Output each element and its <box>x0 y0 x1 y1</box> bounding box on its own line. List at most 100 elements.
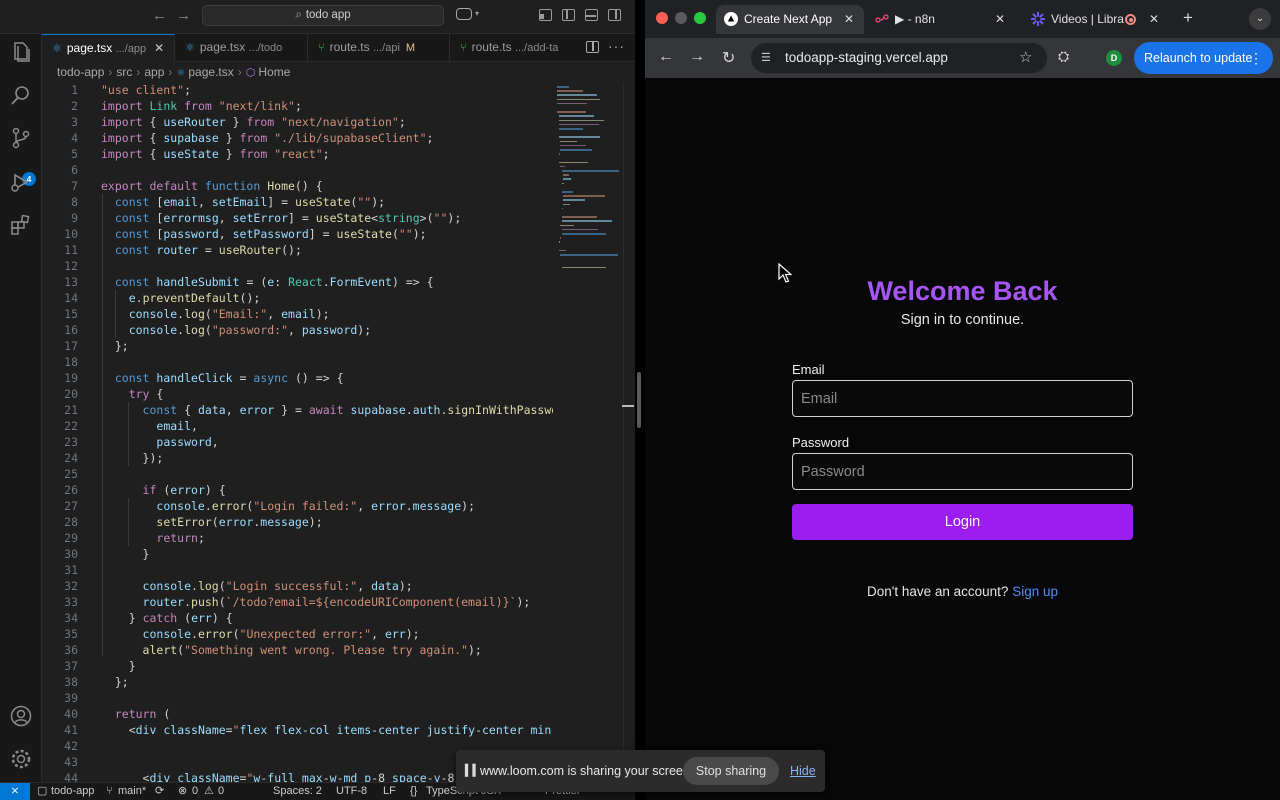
close-icon[interactable]: ✕ <box>154 41 164 55</box>
code-line[interactable]: 21 const { data, error } = await supabas… <box>42 402 553 418</box>
command-center-search[interactable]: ⌕ todo app <box>202 5 444 26</box>
code-line[interactable]: 31 <box>42 562 553 578</box>
status-warnings[interactable]: 0 <box>218 783 224 800</box>
more-actions-icon[interactable]: ··· <box>608 38 625 54</box>
email-field[interactable] <box>792 380 1133 417</box>
code-line[interactable]: 1 "use client"; <box>42 82 553 98</box>
close-icon[interactable]: ✕ <box>995 5 1005 33</box>
status-errors[interactable]: 0 <box>192 783 198 800</box>
stop-sharing-button[interactable]: Stop sharing <box>683 757 779 785</box>
site-info-icon[interactable]: ☰ <box>761 51 775 65</box>
code-line[interactable]: 4 import { supabase } from "./lib/supabas… <box>42 130 553 146</box>
toggle-panel-icon[interactable] <box>585 9 598 21</box>
toggle-secondary-sidebar-icon[interactable] <box>608 9 621 21</box>
bookmark-star-icon[interactable]: ☆ <box>1019 48 1032 66</box>
split-divider-handle[interactable] <box>637 372 641 428</box>
status-spaces[interactable]: Spaces: 2 <box>273 783 322 800</box>
explorer-icon[interactable] <box>9 40 33 64</box>
new-tab-plus-icon[interactable]: + <box>1183 8 1193 28</box>
breadcrumb-item[interactable]: Home <box>258 65 290 79</box>
code-line[interactable]: 15 console.log("Email:", email); <box>42 306 553 322</box>
close-icon[interactable]: ✕ <box>844 5 854 33</box>
code-line[interactable]: 19 const handleClick = async () => { <box>42 370 553 386</box>
back-arrow-icon[interactable]: ← <box>152 7 167 24</box>
code-line[interactable]: 10 const [password, setPassword] = useSt… <box>42 226 553 242</box>
toggle-sidebar-icon[interactable] <box>562 9 575 21</box>
code-line[interactable]: 29 return; <box>42 530 553 546</box>
code-line[interactable]: 5 import { useState } from "react"; <box>42 146 553 162</box>
code-line[interactable]: 32 console.log("Login successful:", data… <box>42 578 553 594</box>
tab-page-tsx-app[interactable]: ⚛ page.tsx .../app ✕ <box>42 34 175 62</box>
code-line[interactable]: 22 email, <box>42 418 553 434</box>
code-line[interactable]: 38 }; <box>42 674 553 690</box>
copilot-icon[interactable] <box>456 8 472 20</box>
code-line[interactable]: 7 export default function Home() { <box>42 178 553 194</box>
code-line[interactable]: 17 }; <box>42 338 553 354</box>
code-line[interactable]: 26 if (error) { <box>42 482 553 498</box>
chrome-tab-videos[interactable]: Videos | Libra ✕ <box>1023 5 1169 34</box>
run-debug-icon[interactable] <box>9 170 33 194</box>
close-window-button[interactable] <box>656 12 668 24</box>
tab-route-ts-add[interactable]: ⑂ route.ts .../add-ta <box>450 34 580 62</box>
code-line[interactable]: 8 const [email, setEmail] = useState("")… <box>42 194 553 210</box>
tab-route-ts-api[interactable]: ⑂ route.ts .../api M <box>308 34 450 62</box>
breadcrumb-item[interactable]: src <box>116 65 132 79</box>
code-line[interactable]: 24 }); <box>42 450 553 466</box>
code-line[interactable]: 13 const handleSubmit = (e: React.FormEv… <box>42 274 553 290</box>
breadcrumb-item[interactable]: todo-app <box>57 65 104 79</box>
signup-link[interactable]: Sign up <box>1012 584 1058 599</box>
login-button[interactable]: Login <box>792 504 1133 540</box>
password-field[interactable] <box>792 453 1133 490</box>
chrome-tab-create-next-app[interactable]: Create Next App ✕ <box>716 5 864 34</box>
code-line[interactable]: 40 return ( <box>42 706 553 722</box>
search-icon[interactable] <box>9 83 33 107</box>
code-line[interactable]: 36 alert("Something went wrong. Please t… <box>42 642 553 658</box>
remote-icon[interactable]: ⨯ <box>0 783 30 800</box>
code-line[interactable]: 11 const router = useRouter(); <box>42 242 553 258</box>
source-control-icon[interactable] <box>9 126 33 150</box>
code-line[interactable]: 16 console.log("password:", password); <box>42 322 553 338</box>
code-line[interactable]: 9 const [errormsg, setError] = useState<… <box>42 210 553 226</box>
code-line[interactable]: 35 console.error("Unexpected error:", er… <box>42 626 553 642</box>
code-line[interactable]: 20 try { <box>42 386 553 402</box>
status-branch[interactable]: main* <box>118 783 146 800</box>
status-project[interactable]: todo-app <box>51 783 94 800</box>
incognito-extension-icon[interactable]: ⛭ <box>1058 48 1069 65</box>
more-vertical-icon[interactable]: ⋮ <box>1249 42 1263 74</box>
code-line[interactable]: 3 import { useRouter } from "next/navigat… <box>42 114 553 130</box>
url-text[interactable]: todoapp-staging.vercel.app <box>785 43 948 73</box>
settings-gear-icon[interactable] <box>9 747 33 771</box>
chevron-down-icon[interactable]: ▾ <box>475 9 479 18</box>
back-arrow-icon[interactable]: ← <box>658 48 674 66</box>
reload-icon[interactable]: ↻ <box>722 48 735 68</box>
chrome-tab-n8n[interactable]: ▶ - n8n ✕ <box>867 5 1015 34</box>
minimize-window-button[interactable] <box>675 12 687 24</box>
close-icon[interactable]: ✕ <box>1149 5 1159 33</box>
address-bar[interactable]: ☰ todoapp-staging.vercel.app ☆ <box>751 43 1047 73</box>
sync-icon[interactable]: ⟳ <box>155 783 164 800</box>
breadcrumb-item[interactable]: page.tsx <box>188 65 233 79</box>
code-line[interactable]: 28 setError(error.message); <box>42 514 553 530</box>
code-editor[interactable]: 1 "use client"; 2 import Link from "next/li… <box>42 82 553 782</box>
forward-arrow-icon[interactable]: → <box>176 7 191 24</box>
split-editor-icon[interactable] <box>586 41 599 53</box>
breadcrumb-item[interactable]: app <box>144 65 164 79</box>
toggle-primary-sidebar-icon[interactable] <box>539 9 552 21</box>
account-icon[interactable] <box>9 704 33 728</box>
minimap[interactable] <box>553 82 623 282</box>
status-eol[interactable]: LF <box>383 783 396 800</box>
tab-search-chevron-icon[interactable]: ⌄ <box>1249 8 1271 30</box>
maximize-window-button[interactable] <box>694 12 706 24</box>
code-line[interactable]: 23 password, <box>42 434 553 450</box>
code-line[interactable]: 18 <box>42 354 553 370</box>
code-line[interactable]: 34 } catch (err) { <box>42 610 553 626</box>
hide-link[interactable]: Hide <box>790 764 816 778</box>
code-line[interactable]: 6 <box>42 162 553 178</box>
code-line[interactable]: 14 e.preventDefault(); <box>42 290 553 306</box>
extensions-icon[interactable] <box>9 213 33 237</box>
code-line[interactable]: 12 <box>42 258 553 274</box>
code-line[interactable]: 2 import Link from "next/link"; <box>42 98 553 114</box>
relaunch-to-update-button[interactable]: Relaunch to update ⋮ <box>1134 42 1273 74</box>
code-line[interactable]: 41 <div className="flex flex-col items-c… <box>42 722 553 738</box>
code-line[interactable]: 37 } <box>42 658 553 674</box>
